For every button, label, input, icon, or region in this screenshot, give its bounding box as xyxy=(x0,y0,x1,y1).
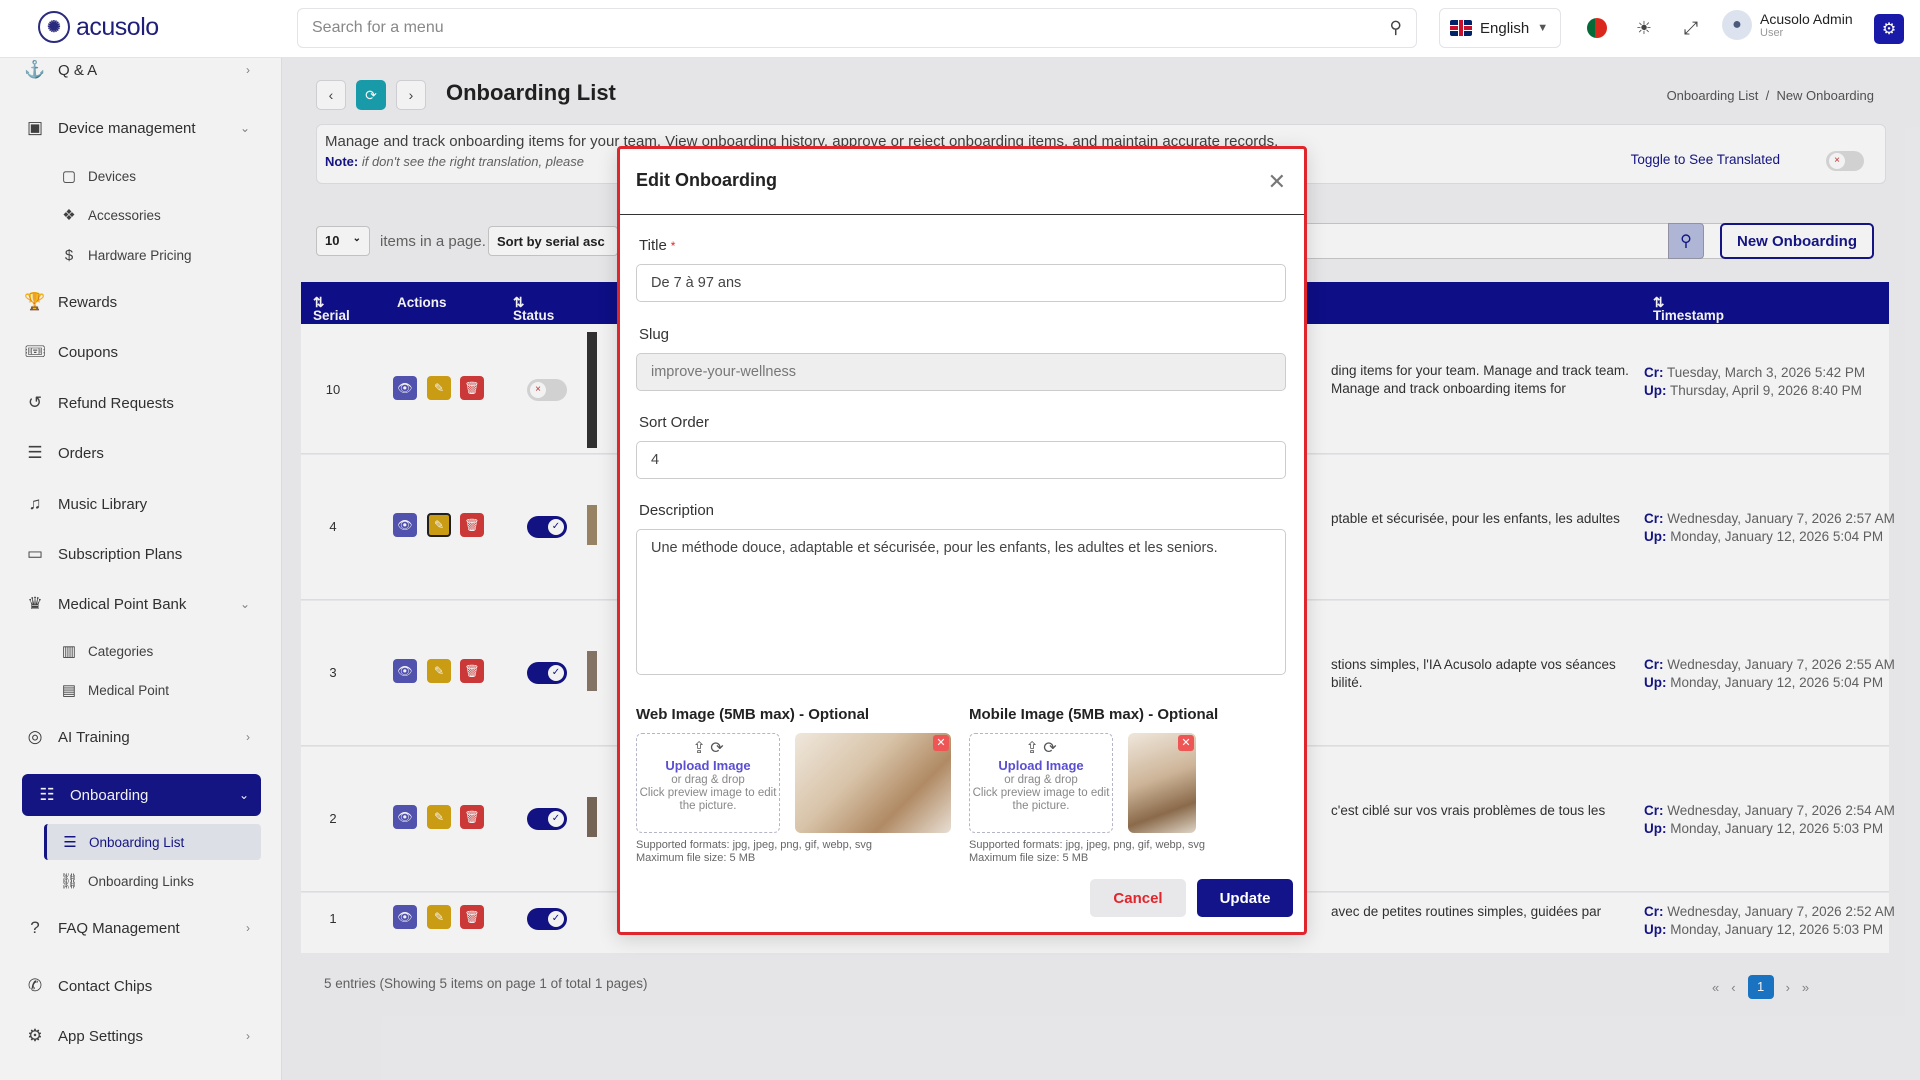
language-label: English xyxy=(1480,19,1530,37)
user-name: Acusolo Admin xyxy=(1760,11,1853,27)
fullscreen-icon[interactable]: ⤢ xyxy=(1679,16,1703,40)
sort-order-label: Sort Order xyxy=(639,414,710,431)
chevron-down-icon: ▼ xyxy=(1537,22,1549,34)
upload-text: Upload Image xyxy=(998,758,1084,773)
click-text: Click preview image to edit the picture. xyxy=(972,787,1110,812)
remove-image-icon[interactable]: ✕ xyxy=(933,735,949,751)
cancel-button[interactable]: Cancel xyxy=(1090,879,1186,917)
description-textarea[interactable]: Une méthode douce, adaptable et sécurisé… xyxy=(636,529,1286,675)
modal-header: Edit Onboarding ✕ xyxy=(620,149,1304,215)
slug-input xyxy=(636,353,1286,391)
title-label: Title * xyxy=(639,237,676,254)
web-image-hint: Supported formats: jpg, jpeg, png, gif, … xyxy=(636,839,873,864)
modal-title: Edit Onboarding xyxy=(636,170,777,190)
upload-text: Upload Image xyxy=(665,758,751,773)
remove-image-icon[interactable]: ✕ xyxy=(1178,735,1194,751)
close-icon[interactable]: ✕ xyxy=(1268,169,1286,195)
search-input[interactable] xyxy=(312,19,1390,37)
gear-icon: ⚙ xyxy=(1881,21,1897,38)
settings-button[interactable]: ⚙ xyxy=(1874,14,1904,44)
user-menu[interactable]: ● Acusolo Admin User xyxy=(1722,10,1853,40)
upload-icon: ⇪ xyxy=(1025,740,1039,757)
slug-label: Slug xyxy=(639,326,670,343)
mobile-image-upload[interactable]: ⇪ ⟳ Upload Image or drag & drop Click pr… xyxy=(969,733,1113,833)
title-input[interactable] xyxy=(636,264,1286,302)
sort-order-input[interactable] xyxy=(636,441,1286,479)
avatar: ● xyxy=(1722,10,1752,40)
menu-search: ⚲ xyxy=(297,8,1417,48)
app-name: acusolo xyxy=(76,12,159,41)
refresh-icon: ⟳ xyxy=(710,740,724,757)
logo-icon: ✺ xyxy=(38,11,70,43)
click-text: Click preview image to edit the picture. xyxy=(639,787,777,812)
update-button[interactable]: Update xyxy=(1197,879,1293,917)
logo[interactable]: ✺ acusolo xyxy=(38,11,159,43)
theme-toggle-icon[interactable]: ☀ xyxy=(1632,16,1656,40)
edit-onboarding-modal: Edit Onboarding ✕ Title* Slug Sort Order… xyxy=(617,146,1307,935)
upload-icon: ⇪ xyxy=(692,740,706,757)
web-image-label: Web Image (5MB max) - Optional xyxy=(636,706,870,723)
uk-flag-icon xyxy=(1450,20,1472,36)
mobile-image-preview[interactable]: ✕ xyxy=(1128,733,1196,833)
portugal-flag-icon[interactable] xyxy=(1585,16,1609,40)
language-select[interactable]: English ▼ xyxy=(1439,8,1561,48)
top-bar: ✺ acusolo ⚲ English ▼ ☀ ⤢ ● Acusolo Admi… xyxy=(0,0,1920,58)
description-label: Description xyxy=(639,502,715,519)
user-role: User xyxy=(1760,27,1784,39)
web-image-preview[interactable]: ✕ xyxy=(795,733,951,833)
drag-text: or drag & drop xyxy=(1004,774,1078,786)
drag-text: or drag & drop xyxy=(671,774,745,786)
search-icon[interactable]: ⚲ xyxy=(1390,18,1402,38)
refresh-icon: ⟳ xyxy=(1043,740,1057,757)
mobile-image-label: Mobile Image (5MB max) - Optional xyxy=(969,706,1219,723)
mobile-image-hint: Supported formats: jpg, jpeg, png, gif, … xyxy=(969,839,1206,864)
web-image-upload[interactable]: ⇪ ⟳ Upload Image or drag & drop Click pr… xyxy=(636,733,780,833)
